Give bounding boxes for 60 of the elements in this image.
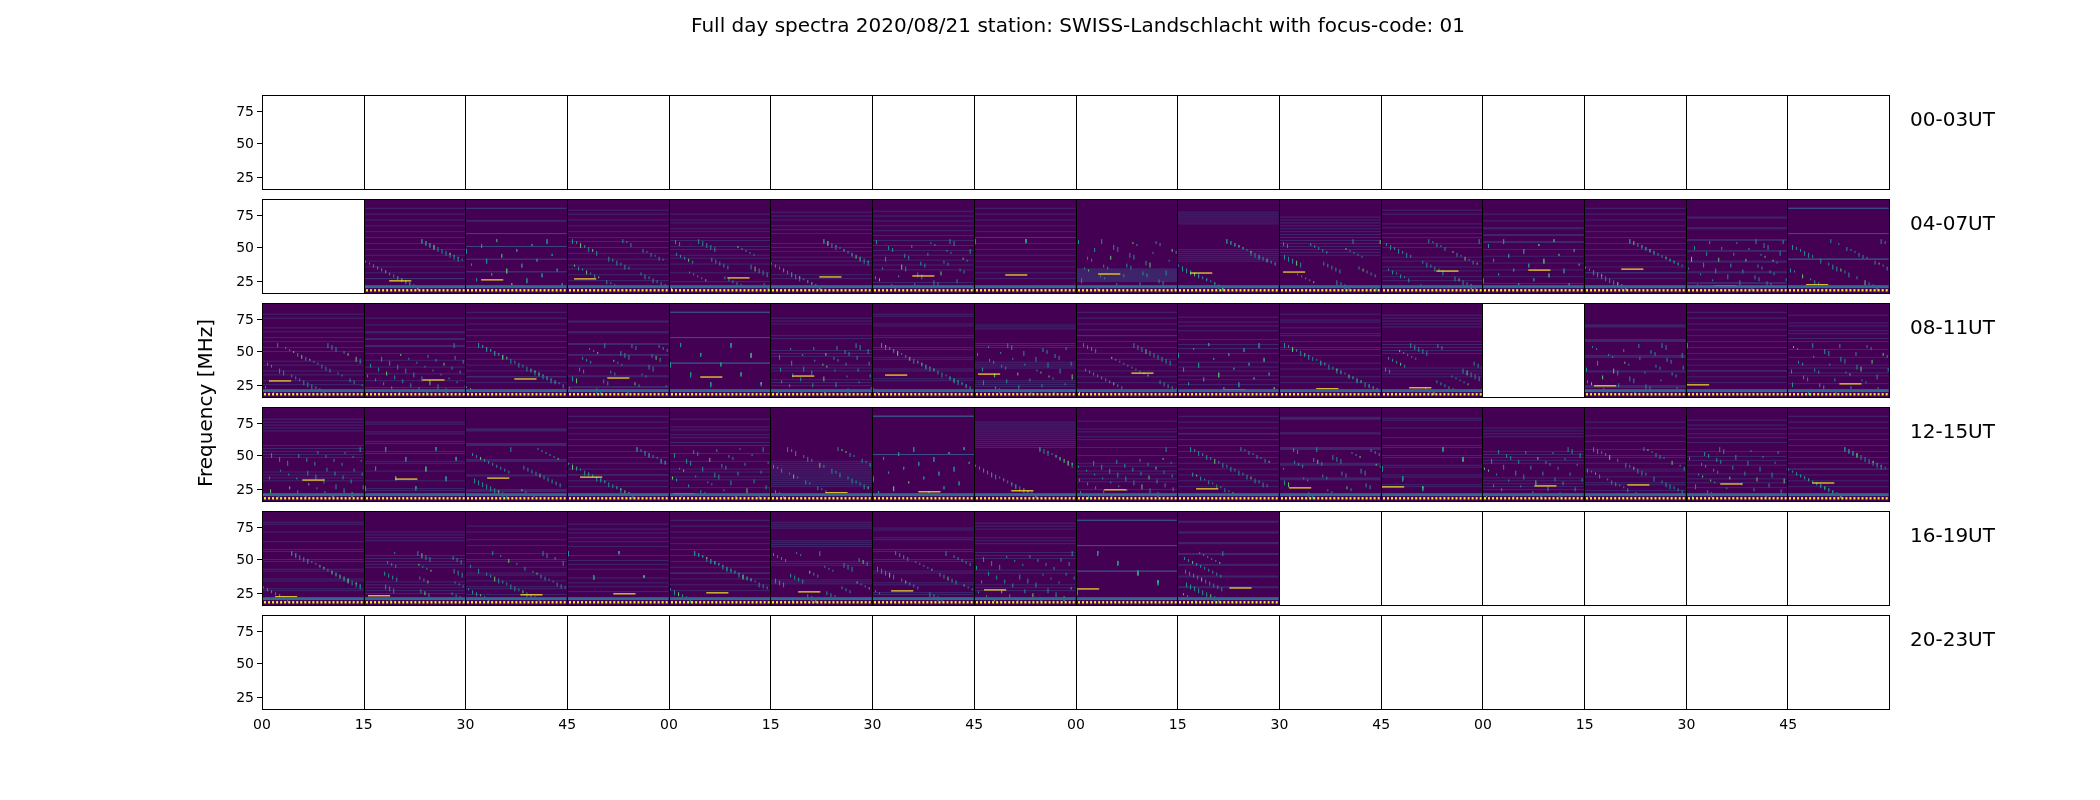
- y-tick-label: 25: [236, 272, 254, 289]
- y-tick-label: 25: [236, 376, 254, 393]
- tick-mark: [257, 455, 262, 457]
- tick-mark: [257, 215, 262, 217]
- time-range-label: 16-19UT: [1910, 523, 1995, 547]
- y-tick-label: 50: [236, 551, 254, 568]
- y-tick-label: 75: [236, 311, 254, 328]
- y-tick-label: 50: [236, 447, 254, 464]
- x-tick-label: 00: [1067, 716, 1085, 732]
- y-tick-label: 75: [236, 207, 254, 224]
- x-tick-label: 45: [965, 716, 984, 732]
- x-tick-label: 00: [1474, 716, 1492, 732]
- time-range-label: 20-23UT: [1910, 627, 1995, 651]
- tick-mark: [257, 351, 262, 353]
- y-tick-label: 25: [236, 688, 254, 705]
- x-tick-label: 00: [253, 716, 271, 732]
- x-tick-label: 45: [1779, 716, 1798, 732]
- tick-mark: [257, 280, 262, 282]
- time-range-label: 12-15UT: [1910, 419, 1995, 443]
- x-tick-label: 30: [1270, 716, 1289, 732]
- tick-mark: [257, 527, 262, 529]
- chart-title: Full day spectra 2020/08/21 station: SWISS-Landschlacht with focus-code: 01: [690, 13, 1465, 39]
- y-tick-label: 25: [236, 168, 254, 185]
- x-tick-label: 45: [1372, 716, 1391, 732]
- y-tick-label: 75: [236, 623, 254, 640]
- y-tick-label: 75: [236, 415, 254, 432]
- tick-mark: [257, 247, 262, 249]
- tick-mark: [257, 319, 262, 321]
- x-tick-label: 00: [660, 716, 678, 732]
- tick-mark: [257, 488, 262, 490]
- x-tick-label: 15: [354, 716, 373, 732]
- tick-mark: [257, 143, 262, 145]
- time-range-label: 00-03UT: [1910, 107, 1995, 131]
- y-tick-label: 50: [236, 239, 254, 256]
- y-tick-label: 50: [236, 655, 254, 672]
- x-tick-label: 30: [1677, 716, 1696, 732]
- x-tick-label: 15: [1168, 716, 1187, 732]
- x-tick-label: 30: [456, 716, 475, 732]
- y-tick-label: 25: [236, 480, 254, 497]
- tick-mark: [257, 592, 262, 594]
- tick-mark: [257, 384, 262, 386]
- y-axis-label: Frequency [MHz]: [193, 318, 217, 487]
- y-tick-label: 50: [236, 135, 254, 152]
- tick-mark: [257, 559, 262, 561]
- tick-mark: [257, 111, 262, 113]
- y-tick-label: 50: [236, 343, 254, 360]
- tick-mark: [257, 663, 262, 665]
- x-tick-label: 45: [558, 716, 577, 732]
- x-tick-label: 15: [761, 716, 780, 732]
- time-range-label: 04-07UT: [1910, 211, 1995, 235]
- y-tick-label: 25: [236, 584, 254, 601]
- x-tick-label: 15: [1575, 716, 1594, 732]
- tick-mark: [257, 696, 262, 698]
- x-tick-label: 30: [863, 716, 882, 732]
- time-range-label: 08-11UT: [1910, 315, 1995, 339]
- tick-mark: [257, 423, 262, 425]
- tick-mark: [257, 176, 262, 178]
- y-tick-label: 75: [236, 103, 254, 120]
- tick-mark: [257, 631, 262, 633]
- y-tick-label: 75: [236, 519, 254, 536]
